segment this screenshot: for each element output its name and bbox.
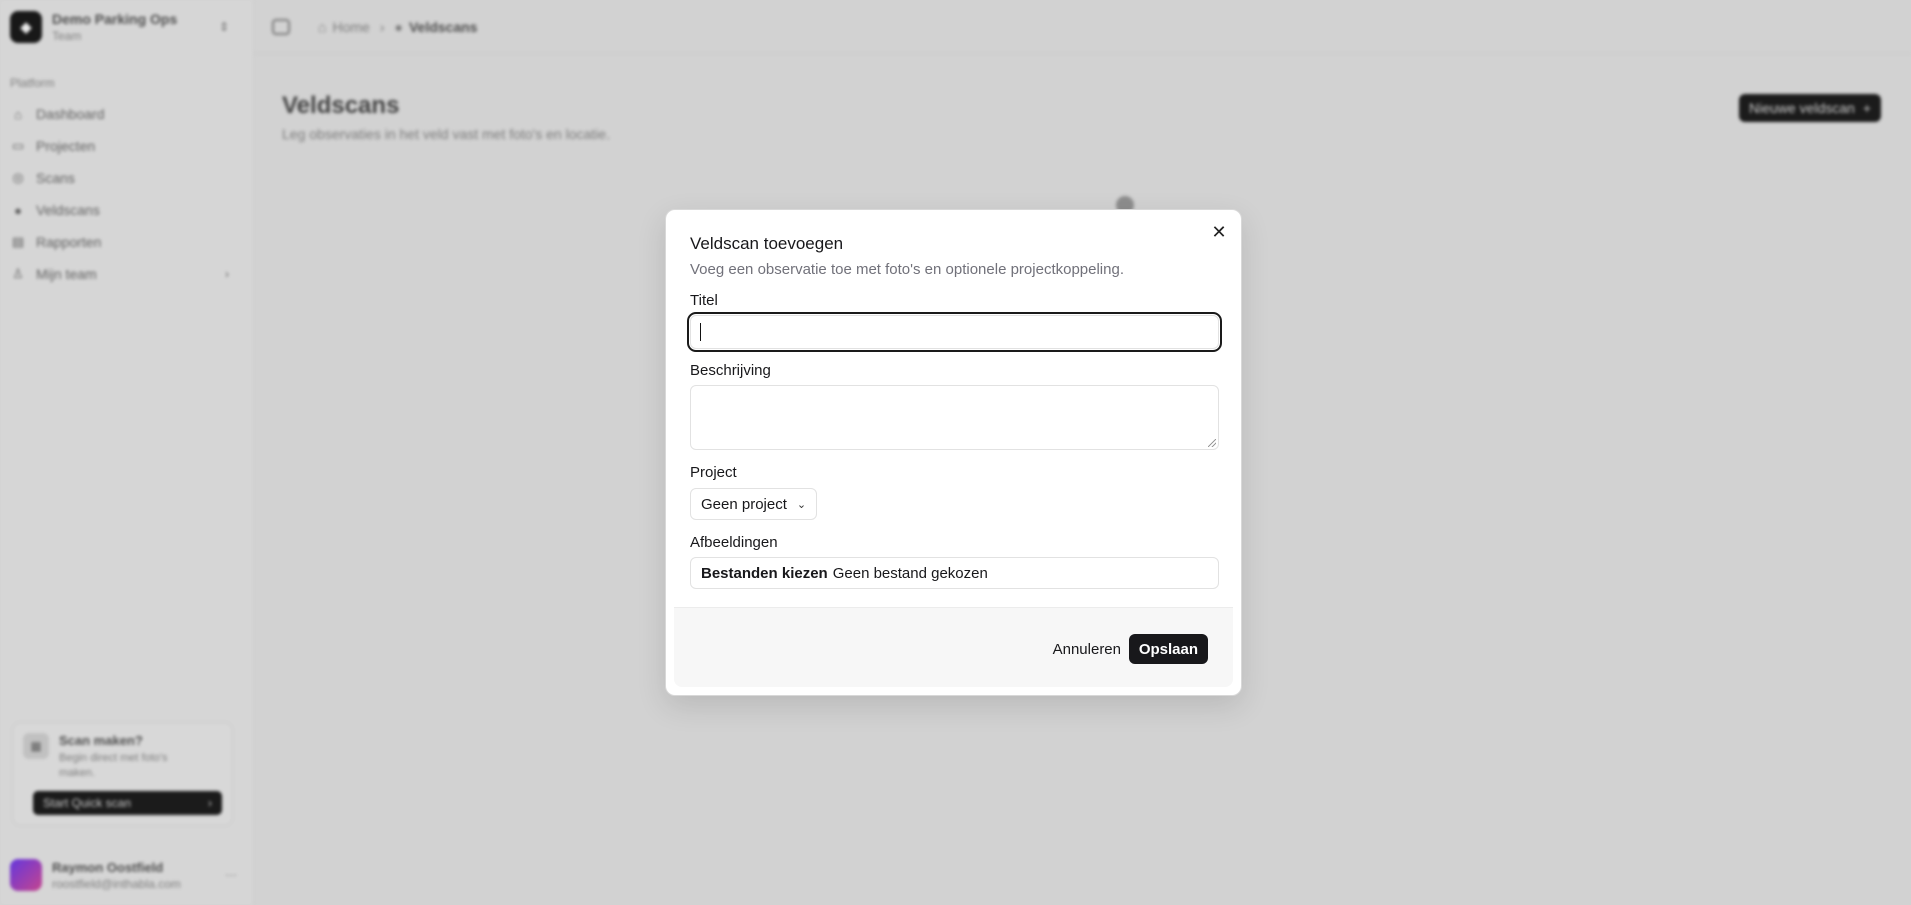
dialog-title: Veldscan toevoegen — [690, 234, 844, 253]
chevron-down-icon: ⌄ — [796, 498, 807, 511]
dialog-footer: Annuleren Opslaan — [674, 607, 1233, 687]
project-select-value: Geen project — [701, 495, 787, 513]
description-textarea[interactable] — [690, 385, 1219, 450]
title-input[interactable] — [687, 312, 1222, 352]
save-button[interactable]: Opslaan — [1128, 634, 1208, 664]
project-label: Project — [690, 464, 737, 481]
images-label: Afbeeldingen — [690, 534, 778, 551]
add-veldscan-dialog: ✕ Veldscan toevoegen Voeg een observatie… — [665, 209, 1242, 696]
close-icon[interactable]: ✕ — [1211, 223, 1227, 241]
choose-files-button[interactable]: Bestanden kiezen — [701, 565, 828, 582]
description-label: Beschrijving — [690, 362, 771, 379]
images-file-input[interactable]: Bestanden kiezen Geen bestand gekozen — [690, 557, 1219, 589]
resize-handle-icon[interactable] — [1208, 439, 1216, 447]
cancel-button[interactable]: Annuleren — [1043, 634, 1131, 664]
dialog-description: Voeg een observatie toe met foto's en op… — [690, 261, 1124, 278]
project-select[interactable]: Geen project ⌄ — [690, 488, 818, 520]
title-label: Titel — [690, 292, 718, 309]
text-caret — [700, 323, 701, 341]
file-status: Geen bestand gekozen — [832, 564, 988, 582]
